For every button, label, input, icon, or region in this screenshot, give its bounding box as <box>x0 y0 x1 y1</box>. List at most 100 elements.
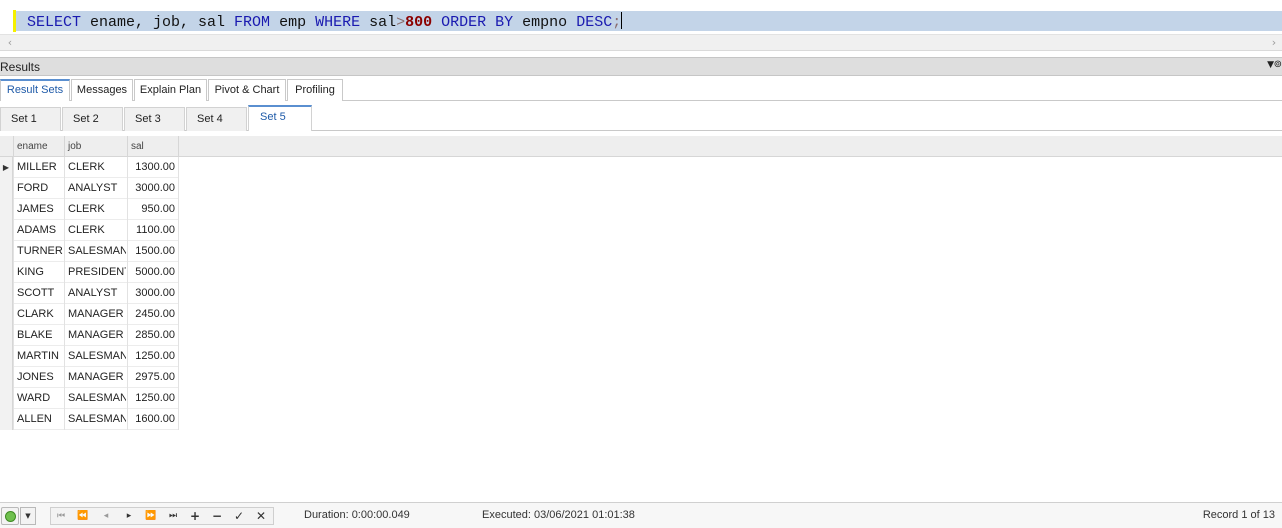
cell-sal[interactable]: 5000.00 <box>129 262 175 283</box>
sql-editor[interactable]: SELECT ename, job, sal FROM emp WHERE sa… <box>0 0 1282 34</box>
cell-sal[interactable]: 1300.00 <box>129 157 175 178</box>
tab-set-4[interactable]: Set 4 <box>186 107 247 131</box>
cell-sal[interactable]: 2850.00 <box>129 325 175 346</box>
cell-job[interactable]: MANAGER <box>68 304 126 325</box>
table-row[interactable]: JONES MANAGER 2975.00 <box>0 367 179 388</box>
cell-job[interactable]: PRESIDENT <box>68 262 126 283</box>
delete-record-icon[interactable]: − <box>207 508 227 524</box>
current-row-icon[interactable]: ▶ <box>0 157 13 178</box>
table-row[interactable]: ADAMS CLERK 1100.00 <box>0 220 179 241</box>
cell-ename[interactable]: CLARK <box>17 304 64 325</box>
column-header-job[interactable]: job <box>65 136 128 157</box>
cell-ename[interactable]: ALLEN <box>17 409 64 430</box>
post-edit-icon[interactable]: ✓ <box>229 508 249 524</box>
table-row[interactable]: TURNER SALESMAN 1500.00 <box>0 241 179 262</box>
table-row[interactable]: CLARK MANAGER 2450.00 <box>0 304 179 325</box>
table-row[interactable]: ALLEN SALESMAN 1600.00 <box>0 409 179 430</box>
cell-job[interactable]: SALESMAN <box>68 346 126 367</box>
next-page-icon[interactable]: ⏩ <box>141 508 161 524</box>
column-header-sal[interactable]: sal <box>128 136 179 157</box>
cell-job[interactable]: CLERK <box>68 220 126 241</box>
add-record-icon[interactable]: + <box>185 508 205 524</box>
cell-ename[interactable]: WARD <box>17 388 64 409</box>
table-row[interactable]: JAMES CLERK 950.00 <box>0 199 179 220</box>
cell-sal[interactable]: 2975.00 <box>129 367 175 388</box>
row-indicator[interactable] <box>0 388 13 409</box>
table-row[interactable]: WARD SALESMAN 1250.00 <box>0 388 179 409</box>
cell-ename[interactable]: ADAMS <box>17 220 64 241</box>
tab-explain-plan[interactable]: Explain Plan <box>134 79 207 101</box>
cell-sal[interactable]: 3000.00 <box>129 178 175 199</box>
table-row[interactable]: MARTIN SALESMAN 1250.00 <box>0 346 179 367</box>
tab-pivot-chart[interactable]: Pivot & Chart <box>208 79 286 101</box>
row-indicator[interactable] <box>0 199 13 220</box>
cell-ename[interactable]: SCOTT <box>17 283 64 304</box>
row-indicator[interactable] <box>0 325 13 346</box>
tab-result-sets[interactable]: Result Sets <box>0 79 70 101</box>
cell-ename[interactable]: KING <box>17 262 64 283</box>
results-panel-title: Results <box>0 60 41 74</box>
tab-set-1[interactable]: Set 1 <box>0 107 61 131</box>
row-indicator[interactable] <box>0 304 13 325</box>
table-row[interactable]: ▶ MILLER CLERK 1300.00 <box>0 157 179 178</box>
tab-messages[interactable]: Messages <box>71 79 133 101</box>
row-indicator[interactable] <box>0 346 13 367</box>
editor-horizontal-scrollbar[interactable]: ‹ › <box>0 34 1282 51</box>
last-page-icon[interactable]: ⏭ <box>163 508 183 524</box>
cell-sal[interactable]: 1250.00 <box>129 388 175 409</box>
column-header-ename[interactable]: ename <box>14 136 65 157</box>
table-row[interactable]: BLAKE MANAGER 2850.00 <box>0 325 179 346</box>
table-row[interactable]: FORD ANALYST 3000.00 <box>0 178 179 199</box>
row-indicator[interactable] <box>0 220 13 241</box>
executed-text: Executed: 03/06/2021 01:01:38 <box>482 509 635 521</box>
cell-job[interactable]: MANAGER <box>68 367 126 388</box>
scroll-left-icon[interactable]: ‹ <box>2 35 18 51</box>
cell-job[interactable]: SALESMAN <box>68 409 126 430</box>
cancel-edit-icon[interactable]: ✕ <box>251 508 271 524</box>
cell-sal[interactable]: 1100.00 <box>129 220 175 241</box>
cell-sal[interactable]: 1600.00 <box>129 409 175 430</box>
results-panel-header: Results ▼ ⊚ <box>0 57 1282 76</box>
sql-code-line[interactable]: SELECT ename, job, sal FROM emp WHERE sa… <box>27 12 623 32</box>
cell-ename[interactable]: FORD <box>17 178 64 199</box>
cell-ename[interactable]: MILLER <box>17 157 64 178</box>
cell-job[interactable]: SALESMAN <box>68 241 126 262</box>
cell-job[interactable]: CLERK <box>68 157 126 178</box>
pin-icon[interactable]: ⊚ <box>1274 59 1282 70</box>
connection-status-button[interactable] <box>1 507 19 525</box>
cell-ename[interactable]: MARTIN <box>17 346 64 367</box>
cell-sal[interactable]: 3000.00 <box>129 283 175 304</box>
scroll-right-icon[interactable]: › <box>1266 35 1282 51</box>
cell-sal[interactable]: 950.00 <box>129 199 175 220</box>
table-row[interactable]: KING PRESIDENT 5000.00 <box>0 262 179 283</box>
cell-sal[interactable]: 2450.00 <box>129 304 175 325</box>
cell-ename[interactable]: JAMES <box>17 199 64 220</box>
cell-ename[interactable]: BLAKE <box>17 325 64 346</box>
tab-set-2[interactable]: Set 2 <box>62 107 123 131</box>
tab-profiling[interactable]: Profiling <box>287 79 343 101</box>
cell-ename[interactable]: JONES <box>17 367 64 388</box>
cell-sal[interactable]: 1500.00 <box>129 241 175 262</box>
column-divider <box>13 157 14 430</box>
tab-set-5[interactable]: Set 5 <box>248 105 312 131</box>
cell-ename[interactable]: TURNER <box>17 241 64 262</box>
row-indicator[interactable] <box>0 367 13 388</box>
cell-job[interactable]: ANALYST <box>68 283 126 304</box>
row-indicator[interactable] <box>0 283 13 304</box>
prev-record-icon[interactable]: ◂ <box>96 508 116 524</box>
tab-set-3[interactable]: Set 3 <box>124 107 185 131</box>
first-page-icon[interactable]: ⏮ <box>51 508 71 524</box>
next-record-icon[interactable]: ▸ <box>119 508 139 524</box>
cell-job[interactable]: CLERK <box>68 199 126 220</box>
prev-page-icon[interactable]: ⏪ <box>73 508 93 524</box>
row-indicator[interactable] <box>0 178 13 199</box>
cell-sal[interactable]: 1250.00 <box>129 346 175 367</box>
row-indicator[interactable] <box>0 262 13 283</box>
connection-dropdown-icon[interactable]: ▼ <box>20 507 36 525</box>
cell-job[interactable]: MANAGER <box>68 325 126 346</box>
cell-job[interactable]: ANALYST <box>68 178 126 199</box>
table-row[interactable]: SCOTT ANALYST 3000.00 <box>0 283 179 304</box>
cell-job[interactable]: SALESMAN <box>68 388 126 409</box>
row-indicator[interactable] <box>0 409 13 430</box>
row-indicator[interactable] <box>0 241 13 262</box>
